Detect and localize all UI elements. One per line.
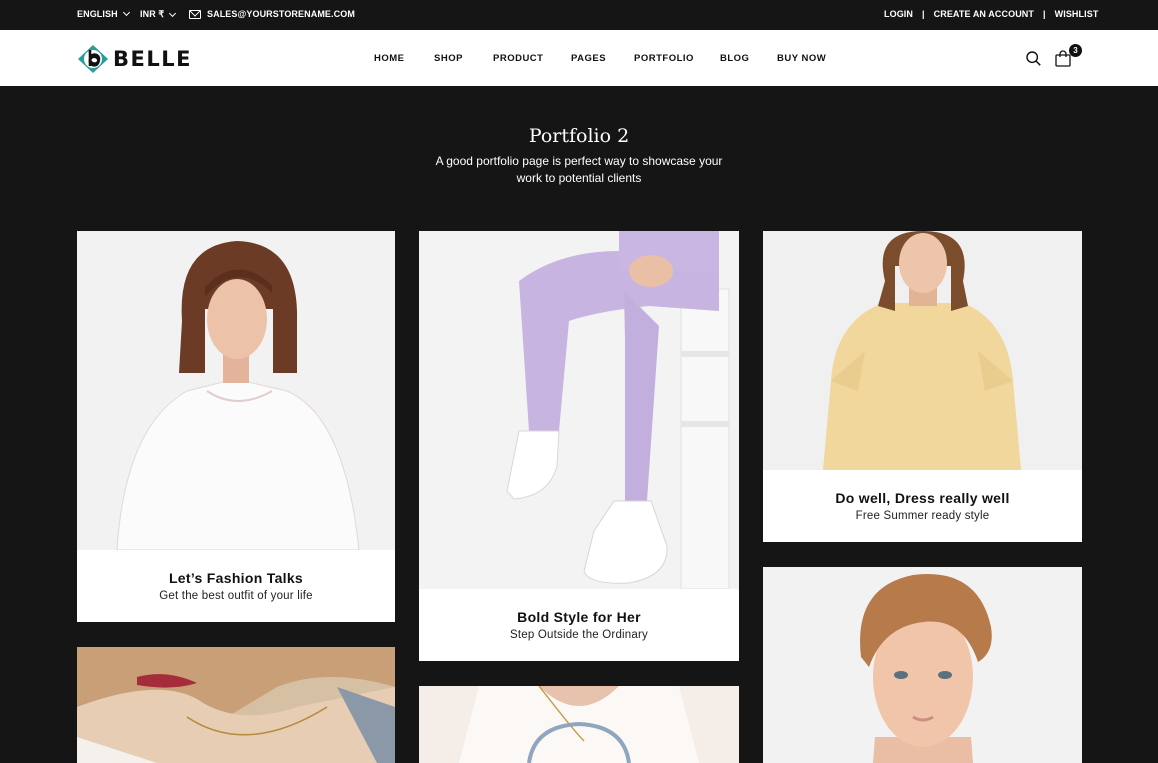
portfolio-photo-yellow-tshirt — [763, 231, 1082, 470]
nav-home[interactable]: HOME — [374, 53, 405, 64]
nav-blog[interactable]: BLOG — [720, 53, 749, 64]
portfolio-photo-necklace-closeup — [77, 647, 395, 763]
currency-selector[interactable]: INR ₹ — [140, 9, 177, 20]
portfolio-card[interactable]: Let’s Fashion Talks Get the best outfit … — [77, 231, 395, 622]
site-header: BELLE HOME SHOP PRODUCT PAGES PORTFOLIO … — [0, 30, 1158, 86]
nav-pages[interactable]: PAGES — [571, 53, 606, 64]
account-links: LOGIN | CREATE AN ACCOUNT | WISHLIST — [884, 9, 1098, 19]
envelope-icon — [189, 9, 201, 19]
portfolio-card[interactable] — [77, 647, 395, 763]
portfolio-card[interactable]: Do well, Dress really well Free Summer r… — [763, 231, 1082, 542]
email-text: SALES@YOURSTORENAME.COM — [207, 9, 355, 19]
separator: | — [922, 9, 925, 19]
page-subtitle: A good portfolio page is perfect way to … — [435, 154, 723, 185]
cart-count-badge: 3 — [1069, 44, 1082, 57]
portfolio-photo-man-portrait — [763, 567, 1082, 763]
login-link[interactable]: LOGIN — [884, 9, 913, 19]
wishlist-link[interactable]: WISHLIST — [1055, 9, 1099, 19]
create-account-link[interactable]: CREATE AN ACCOUNT — [934, 9, 1034, 19]
separator: | — [1043, 9, 1046, 19]
portfolio-card[interactable] — [419, 686, 739, 763]
search-icon[interactable] — [1026, 51, 1041, 66]
nav-product[interactable]: PRODUCT — [493, 53, 543, 64]
portfolio-photo-lavender-leggings — [419, 231, 739, 589]
portfolio-photo-woman-white-sweater — [77, 231, 395, 550]
nav-shop[interactable]: SHOP — [434, 53, 463, 64]
top-bar: ENGLISH INR ₹ SALES@YOURSTORENAME.COM LO… — [0, 0, 1158, 30]
card-caption: Do well, Dress really well Free Summer r… — [763, 490, 1082, 522]
card-title: Let’s Fashion Talks — [168, 570, 304, 586]
card-title: Bold Style for Her — [517, 609, 641, 625]
card-caption: Let’s Fashion Talks Get the best outfit … — [77, 570, 395, 602]
chevron-down-icon — [122, 8, 130, 17]
card-caption: Bold Style for Her Step Outside the Ordi… — [419, 609, 739, 641]
email-link[interactable]: SALES@YOURSTORENAME.COM — [189, 9, 355, 19]
page-title: Portfolio 2 — [528, 125, 630, 147]
portfolio-card[interactable] — [763, 567, 1082, 763]
language-selector[interactable]: ENGLISH — [77, 8, 130, 19]
main-nav: HOME SHOP PRODUCT PAGES PORTFOLIO BLOG B… — [0, 53, 1158, 65]
language-label: ENGLISH — [77, 9, 118, 19]
card-subtitle: Step Outside the Ordinary — [510, 629, 648, 641]
portfolio-photo-white-shirt-bag — [419, 686, 739, 763]
card-title: Do well, Dress really well — [835, 490, 1010, 506]
portfolio-card[interactable]: Bold Style for Her Step Outside the Ordi… — [419, 231, 739, 661]
chevron-down-icon — [169, 9, 177, 17]
card-subtitle: Free Summer ready style — [855, 510, 990, 522]
currency-label: INR ₹ — [140, 9, 165, 19]
nav-portfolio[interactable]: PORTFOLIO — [634, 53, 694, 64]
nav-buy-now[interactable]: BUY NOW — [777, 53, 826, 64]
card-subtitle: Get the best outfit of your life — [159, 590, 313, 602]
